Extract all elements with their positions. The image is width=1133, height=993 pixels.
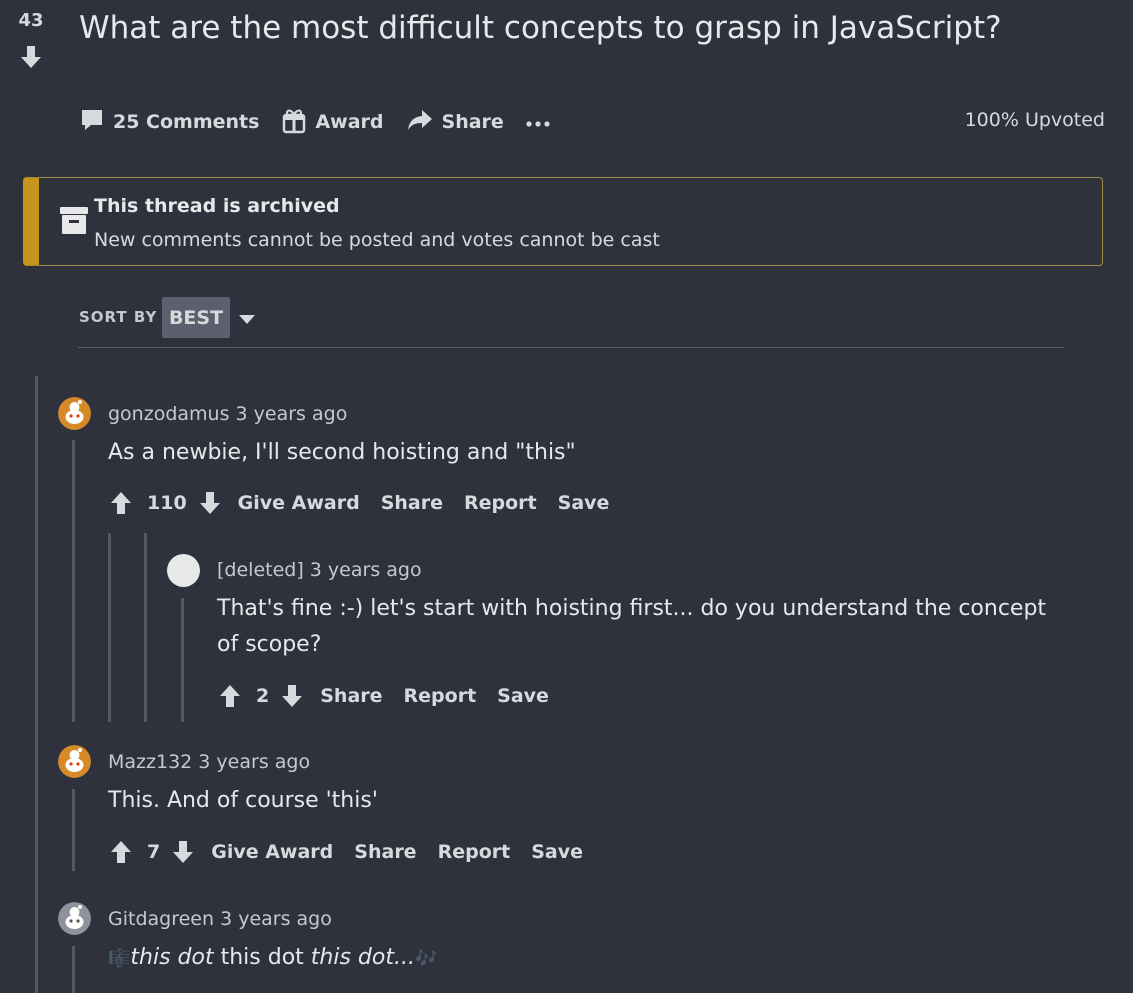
save-button[interactable]: Save <box>531 841 583 863</box>
save-button[interactable]: Save <box>558 492 610 514</box>
vote-count: 110 <box>147 492 187 514</box>
comment-text: this dot <box>213 945 311 970</box>
award-label: Award <box>315 111 384 133</box>
comment-body: This. And of course 'this' <box>108 788 378 813</box>
comment-body-line: of scope? <box>217 632 322 657</box>
post-title: What are the most difficult concepts to … <box>79 10 1002 46</box>
comment-time[interactable]: 3 years ago <box>310 559 422 581</box>
music-score-emoji: 🎼 <box>108 948 131 969</box>
upvoted-ratio: 100% Upvoted <box>964 109 1105 131</box>
gift-icon <box>281 106 307 139</box>
caret-down-icon[interactable] <box>238 310 256 329</box>
banner-title: This thread is archived <box>94 195 340 217</box>
comment-icon <box>79 107 105 138</box>
comment-author-line: Mazz132 3 years ago <box>108 751 310 773</box>
report-button[interactable]: Report <box>404 685 477 707</box>
sort-value: BEST <box>168 306 224 329</box>
thread-line-c1-indent[interactable] <box>108 533 111 722</box>
sort-divider <box>78 347 1064 348</box>
comment-author: [deleted] <box>217 559 304 581</box>
comment-action-bar: 7 Give Award Share Report Save <box>108 837 583 867</box>
comment-author[interactable]: gonzodamus <box>108 403 229 425</box>
share-button[interactable]: Share <box>381 492 443 514</box>
comment-italic-text: this dot <box>130 945 214 970</box>
comment-author[interactable]: Mazz132 <box>108 751 192 773</box>
vote-count: 2 <box>256 685 270 707</box>
thread-line-c1[interactable] <box>72 440 75 722</box>
comment-author[interactable]: Gitdagreen <box>108 908 214 930</box>
archived-banner <box>23 177 1103 266</box>
comment-time[interactable]: 3 years ago <box>236 403 348 425</box>
downvote-arrow-icon[interactable] <box>279 683 305 709</box>
comment-action-bar: 110 Give Award Share Report Save <box>108 488 609 518</box>
comment-action-bar: 2 Share Report Save <box>217 681 549 711</box>
thread-line-c3[interactable] <box>72 789 75 871</box>
upvote-arrow-icon[interactable] <box>108 839 134 865</box>
award-button[interactable]: Award <box>281 106 384 139</box>
thread-line-c4[interactable] <box>72 946 75 993</box>
snoo-avatar-icon <box>58 745 91 778</box>
thread-line-c1-indent2[interactable] <box>144 533 147 722</box>
snoo-avatar-icon <box>58 902 91 935</box>
share-button[interactable]: Share <box>320 685 382 707</box>
comment-author-line: Gitdagreen 3 years ago <box>108 908 332 930</box>
comment-body-line: That's fine :-) let's start with hoistin… <box>217 596 1047 621</box>
sort-label: SORT BY <box>79 308 158 326</box>
comments-label: 25 Comments <box>113 111 260 133</box>
give-award-button[interactable]: Give Award <box>211 841 333 863</box>
music-notes-emoji: 🎶 <box>414 948 438 969</box>
upvote-arrow-icon[interactable] <box>217 683 243 709</box>
post-score: 43 <box>18 10 44 31</box>
avatar[interactable] <box>58 745 91 778</box>
comment-italic-text: this dot... <box>310 945 415 970</box>
banner-text: New comments cannot be posted and votes … <box>94 229 660 251</box>
downvote-arrow-icon[interactable] <box>170 839 196 865</box>
comments-button[interactable]: 25 Comments <box>79 107 259 138</box>
thread-line-root[interactable] <box>35 376 38 993</box>
sort-dropdown[interactable]: BEST <box>162 297 230 338</box>
comment-author-line: [deleted] 3 years ago <box>217 559 422 581</box>
report-button[interactable]: Report <box>464 492 537 514</box>
share-button[interactable]: Share <box>354 841 416 863</box>
save-button[interactable]: Save <box>497 685 549 707</box>
archive-box-icon <box>60 207 88 239</box>
avatar[interactable] <box>58 902 91 935</box>
comment-body: 🎼this dot this dot this dot...🎶 <box>108 940 437 977</box>
thread-line-c2[interactable] <box>181 598 184 722</box>
post-actions-bar: 25 Comments Award Share <box>79 106 550 138</box>
downvote-arrow-icon[interactable] <box>197 490 223 516</box>
comment-body: As a newbie, I'll second hoisting and "t… <box>108 440 576 465</box>
snoo-avatar-icon <box>58 397 91 430</box>
comment-time[interactable]: 3 years ago <box>220 908 332 930</box>
avatar-deleted <box>167 554 200 587</box>
comment-author-line: gonzodamus 3 years ago <box>108 403 347 425</box>
more-options-button[interactable] <box>526 111 550 133</box>
comment-time[interactable]: 3 years ago <box>198 751 310 773</box>
upvote-arrow-icon[interactable] <box>108 490 134 516</box>
share-label: Share <box>441 111 504 133</box>
post-downvote-icon[interactable] <box>18 44 44 74</box>
report-button[interactable]: Report <box>438 841 511 863</box>
more-dots-icon <box>526 111 550 133</box>
avatar[interactable] <box>58 397 91 430</box>
share-button[interactable]: Share <box>406 108 504 137</box>
give-award-button[interactable]: Give Award <box>238 492 360 514</box>
vote-count: 7 <box>147 841 161 863</box>
share-arrow-icon <box>406 108 434 137</box>
